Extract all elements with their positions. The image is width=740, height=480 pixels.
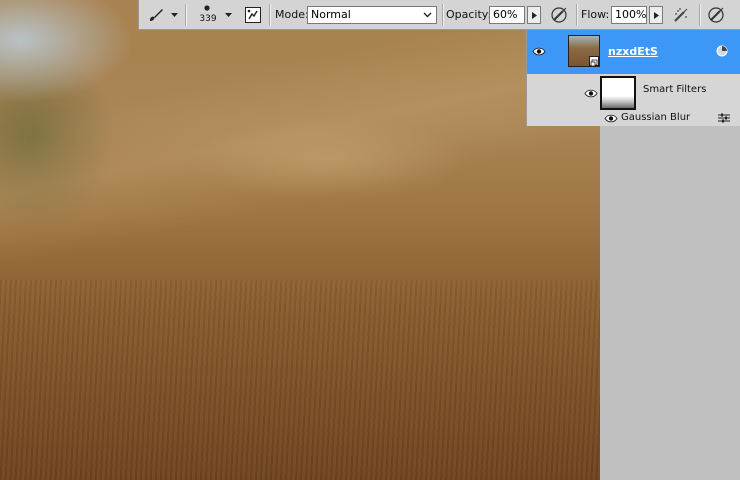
opacity-input[interactable]: 60% — [489, 6, 525, 24]
tool-preset-dropdown-arrow-icon[interactable] — [169, 10, 179, 20]
filter-visibility-eye-icon[interactable] — [603, 112, 619, 124]
chevron-down-icon — [423, 9, 432, 23]
flow-label: Flow: — [581, 8, 610, 21]
canvas-image-texture — [0, 280, 600, 480]
filter-mask-thumbnail[interactable] — [600, 76, 636, 110]
mode-label: Mode: — [275, 8, 309, 21]
brush-panel-toggle-icon[interactable] — [242, 4, 264, 26]
toolbar-separator — [442, 4, 444, 26]
layer-thumbnail — [568, 35, 600, 67]
toolbar-separator — [185, 4, 187, 26]
brush-tool-icon[interactable] — [145, 4, 167, 26]
canvas-image-highlight — [0, 0, 600, 272]
airbrush-icon[interactable] — [670, 4, 692, 26]
filter-row-gaussian-blur[interactable]: Gaussian Blur — [527, 110, 740, 126]
blend-mode-select[interactable]: Normal — [307, 6, 437, 24]
options-bar: 339 Mode: Normal Opacity: 60% Flow: 100% — [138, 0, 740, 30]
brush-size-value[interactable]: 339 — [196, 14, 220, 24]
smart-filters-visibility-eye-icon[interactable] — [583, 87, 599, 99]
layers-panel: nzxdEtS Smart Filters Gaussian Blur — [526, 30, 740, 126]
smart-object-badge-icon — [589, 56, 599, 67]
tablet-pressure-size-icon[interactable] — [705, 4, 727, 26]
layer-row-smart-object[interactable]: nzxdEtS — [527, 30, 740, 74]
opacity-slider-arrow-icon[interactable] — [527, 6, 541, 24]
toolbar-separator — [699, 4, 701, 26]
panel-empty-area — [600, 126, 740, 480]
smart-filters-label: Smart Filters — [643, 84, 707, 95]
tablet-pressure-opacity-icon[interactable] — [548, 4, 570, 26]
smart-filters-row[interactable]: Smart Filters — [527, 74, 740, 110]
opacity-label: Opacity: — [446, 8, 492, 21]
flow-input[interactable]: 100% — [611, 6, 647, 24]
document-canvas[interactable] — [0, 0, 600, 480]
blend-mode-value: Normal — [311, 8, 351, 21]
smart-filter-options-icon[interactable] — [716, 45, 728, 60]
filter-name: Gaussian Blur — [621, 112, 691, 123]
toolbar-separator — [576, 4, 578, 26]
toolbar-separator — [269, 4, 271, 26]
brush-picker-dropdown-arrow-icon[interactable] — [223, 10, 233, 20]
brush-tip-icon[interactable] — [201, 3, 213, 13]
layer-visibility-eye-icon[interactable] — [531, 45, 547, 57]
flow-slider-arrow-icon[interactable] — [649, 6, 663, 24]
filter-blending-options-icon[interactable] — [718, 113, 730, 126]
layer-name[interactable]: nzxdEtS — [608, 45, 658, 58]
